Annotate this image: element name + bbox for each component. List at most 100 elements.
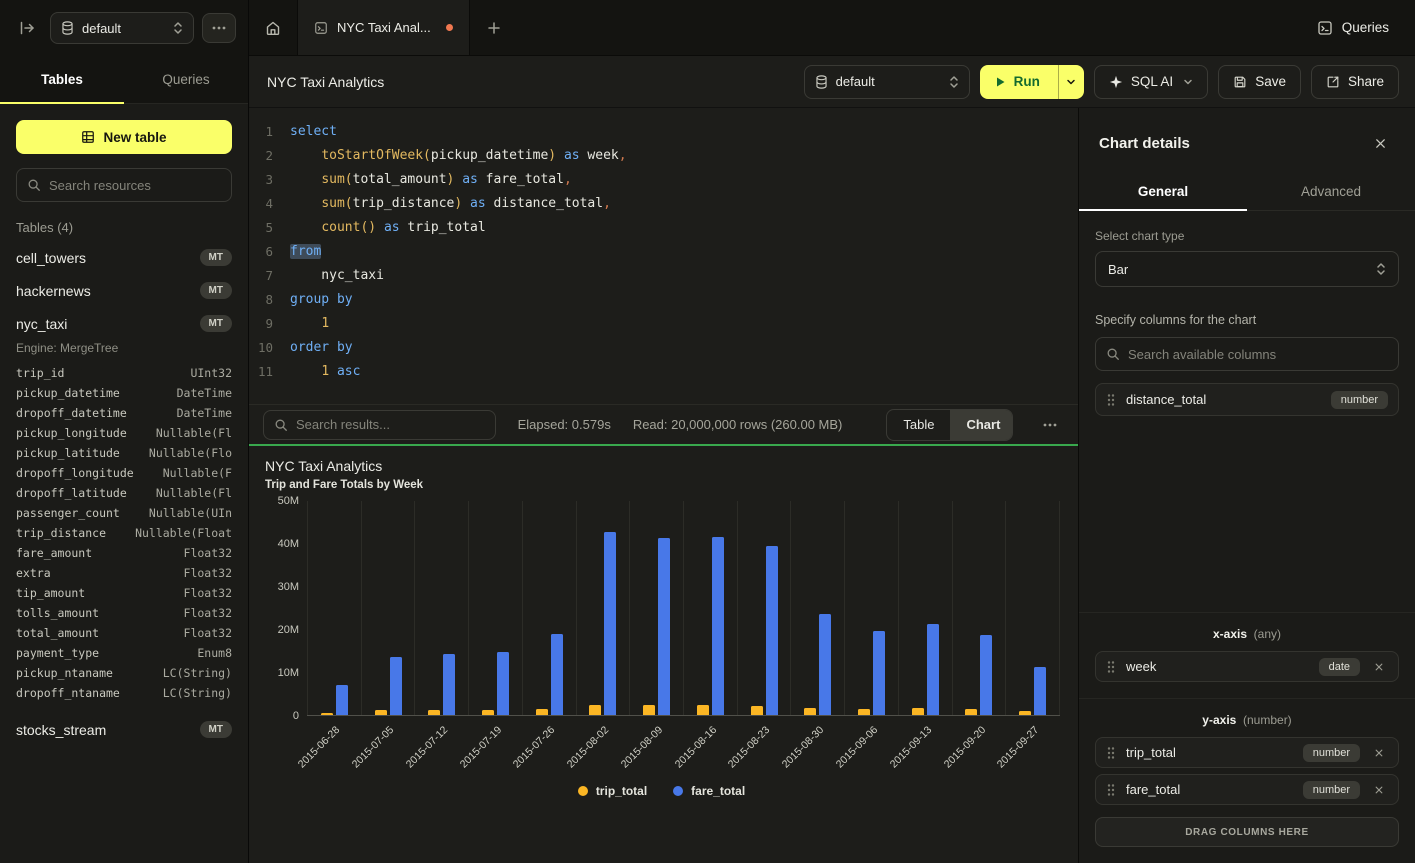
bar-trip_total[interactable] bbox=[912, 708, 924, 715]
bar-trip_total[interactable] bbox=[375, 710, 387, 715]
bar-fare_total[interactable] bbox=[443, 654, 455, 715]
chart-plot bbox=[307, 501, 1060, 716]
bar-fare_total[interactable] bbox=[873, 631, 885, 715]
results-search-input[interactable] bbox=[296, 417, 485, 432]
bar-fare_total[interactable] bbox=[1034, 667, 1046, 715]
bar-trip_total[interactable] bbox=[697, 705, 709, 715]
bar-trip_total[interactable] bbox=[536, 709, 548, 715]
bar-trip_total[interactable] bbox=[751, 706, 763, 715]
collapse-sidebar-button[interactable] bbox=[12, 13, 42, 43]
table-item-nyc-taxi[interactable]: nyc_taxi MT bbox=[0, 307, 248, 340]
tab-general[interactable]: General bbox=[1079, 172, 1247, 210]
bar-trip_total[interactable] bbox=[858, 709, 870, 715]
legend-item-trip_total[interactable]: trip_total bbox=[578, 784, 647, 798]
drag-handle-icon[interactable] bbox=[1106, 660, 1116, 674]
drag-handle-icon[interactable] bbox=[1106, 783, 1116, 797]
queries-link[interactable]: Queries bbox=[1291, 0, 1415, 55]
close-panel-button[interactable] bbox=[1365, 128, 1395, 158]
chart-type-select[interactable]: Bar bbox=[1095, 251, 1399, 287]
drop-zone[interactable]: DRAG COLUMNS HERE bbox=[1095, 817, 1399, 847]
new-tab-button[interactable] bbox=[470, 0, 518, 55]
y-axis-chip-trip-total[interactable]: trip_total number bbox=[1095, 737, 1399, 768]
tab-queries[interactable]: Queries bbox=[124, 56, 248, 103]
bar-fare_total[interactable] bbox=[336, 685, 348, 715]
available-column-distance-total[interactable]: distance_total number bbox=[1095, 383, 1399, 416]
share-button[interactable]: Share bbox=[1311, 65, 1399, 99]
query-tab[interactable]: NYC Taxi Anal... bbox=[297, 0, 470, 55]
new-table-button[interactable]: New table bbox=[16, 120, 232, 154]
bar-fare_total[interactable] bbox=[927, 624, 939, 715]
bar-fare_total[interactable] bbox=[390, 657, 402, 715]
column-row[interactable]: passenger_countNullable(UIn bbox=[0, 503, 248, 523]
columns-search-input[interactable] bbox=[1128, 347, 1388, 362]
x-axis-chip-week[interactable]: week date bbox=[1095, 651, 1399, 682]
sidebar-more-button[interactable] bbox=[202, 13, 236, 43]
results-search[interactable] bbox=[263, 410, 496, 440]
chart-view-button[interactable]: Chart bbox=[950, 410, 1013, 440]
database-selector[interactable]: default bbox=[804, 65, 970, 99]
column-row[interactable]: pickup_longitudeNullable(Fl bbox=[0, 423, 248, 443]
bar-trip_total[interactable] bbox=[643, 705, 655, 715]
code-line: 9 1 bbox=[249, 312, 1078, 336]
legend-item-fare_total[interactable]: fare_total bbox=[673, 784, 745, 798]
column-row[interactable]: fare_amountFloat32 bbox=[0, 543, 248, 563]
table-view-button[interactable]: Table bbox=[887, 410, 950, 440]
column-type-badge: number bbox=[1303, 744, 1360, 762]
column-row[interactable]: dropoff_ntanameLC(String) bbox=[0, 683, 248, 703]
bar-trip_total[interactable] bbox=[1019, 711, 1031, 715]
tab-advanced[interactable]: Advanced bbox=[1247, 172, 1415, 210]
sidebar-search[interactable] bbox=[16, 168, 232, 202]
column-row[interactable]: dropoff_latitudeNullable(Fl bbox=[0, 483, 248, 503]
remove-trip-total-button[interactable] bbox=[1370, 744, 1388, 762]
play-icon bbox=[994, 76, 1006, 88]
columns-search[interactable] bbox=[1095, 337, 1399, 371]
column-row[interactable]: total_amountFloat32 bbox=[0, 623, 248, 643]
table-item-cell-towers[interactable]: cell_towers MT bbox=[0, 241, 248, 274]
column-row[interactable]: extraFloat32 bbox=[0, 563, 248, 583]
bar-fare_total[interactable] bbox=[712, 537, 724, 715]
bar-trip_total[interactable] bbox=[965, 709, 977, 715]
bar-fare_total[interactable] bbox=[766, 546, 778, 715]
database-icon bbox=[61, 21, 74, 35]
bar-trip_total[interactable] bbox=[804, 708, 816, 715]
column-row[interactable]: trip_distanceNullable(Float bbox=[0, 523, 248, 543]
results-more-button[interactable] bbox=[1035, 410, 1064, 440]
sql-editor[interactable]: 1select2 toStartOfWeek(pickup_datetime) … bbox=[249, 108, 1078, 404]
column-row[interactable]: pickup_latitudeNullable(Flo bbox=[0, 443, 248, 463]
y-axis-chip-fare-total[interactable]: fare_total number bbox=[1095, 774, 1399, 805]
bar-fare_total[interactable] bbox=[819, 614, 831, 715]
run-button[interactable]: Run bbox=[980, 65, 1058, 99]
bar-fare_total[interactable] bbox=[551, 634, 563, 715]
bar-fare_total[interactable] bbox=[497, 652, 509, 715]
column-row[interactable]: tolls_amountFloat32 bbox=[0, 603, 248, 623]
bar-trip_total[interactable] bbox=[428, 710, 440, 715]
bar-trip_total[interactable] bbox=[321, 713, 333, 715]
column-row[interactable]: tip_amountFloat32 bbox=[0, 583, 248, 603]
remove-week-button[interactable] bbox=[1370, 658, 1388, 676]
run-options-button[interactable] bbox=[1058, 65, 1084, 99]
column-row[interactable]: dropoff_datetimeDateTime bbox=[0, 403, 248, 423]
sidebar-search-input[interactable] bbox=[49, 178, 221, 193]
drag-handle-icon[interactable] bbox=[1106, 746, 1116, 760]
bar-fare_total[interactable] bbox=[658, 538, 670, 715]
column-row[interactable]: dropoff_longitudeNullable(F bbox=[0, 463, 248, 483]
column-row[interactable]: trip_idUInt32 bbox=[0, 363, 248, 383]
table-item-stocks-stream[interactable]: stocks_stream MT bbox=[0, 713, 248, 746]
bar-trip_total[interactable] bbox=[589, 705, 601, 715]
sql-ai-button[interactable]: SQL AI bbox=[1094, 65, 1208, 99]
bar-trip_total[interactable] bbox=[482, 710, 494, 715]
save-button[interactable]: Save bbox=[1218, 65, 1301, 99]
column-row[interactable]: pickup_ntanameLC(String) bbox=[0, 663, 248, 683]
drag-handle-icon[interactable] bbox=[1106, 393, 1116, 407]
bar-fare_total[interactable] bbox=[604, 532, 616, 715]
bar-fare_total[interactable] bbox=[980, 635, 992, 715]
tab-tables[interactable]: Tables bbox=[0, 56, 124, 103]
column-name: fare_amount bbox=[16, 546, 92, 560]
column-row[interactable]: pickup_datetimeDateTime bbox=[0, 383, 248, 403]
table-item-hackernews[interactable]: hackernews MT bbox=[0, 274, 248, 307]
column-row[interactable]: payment_typeEnum8 bbox=[0, 643, 248, 663]
home-button[interactable] bbox=[249, 0, 297, 55]
sql-editor-lines: 1select2 toStartOfWeek(pickup_datetime) … bbox=[249, 120, 1078, 384]
remove-fare-total-button[interactable] bbox=[1370, 781, 1388, 799]
service-selector[interactable]: default bbox=[50, 12, 194, 44]
